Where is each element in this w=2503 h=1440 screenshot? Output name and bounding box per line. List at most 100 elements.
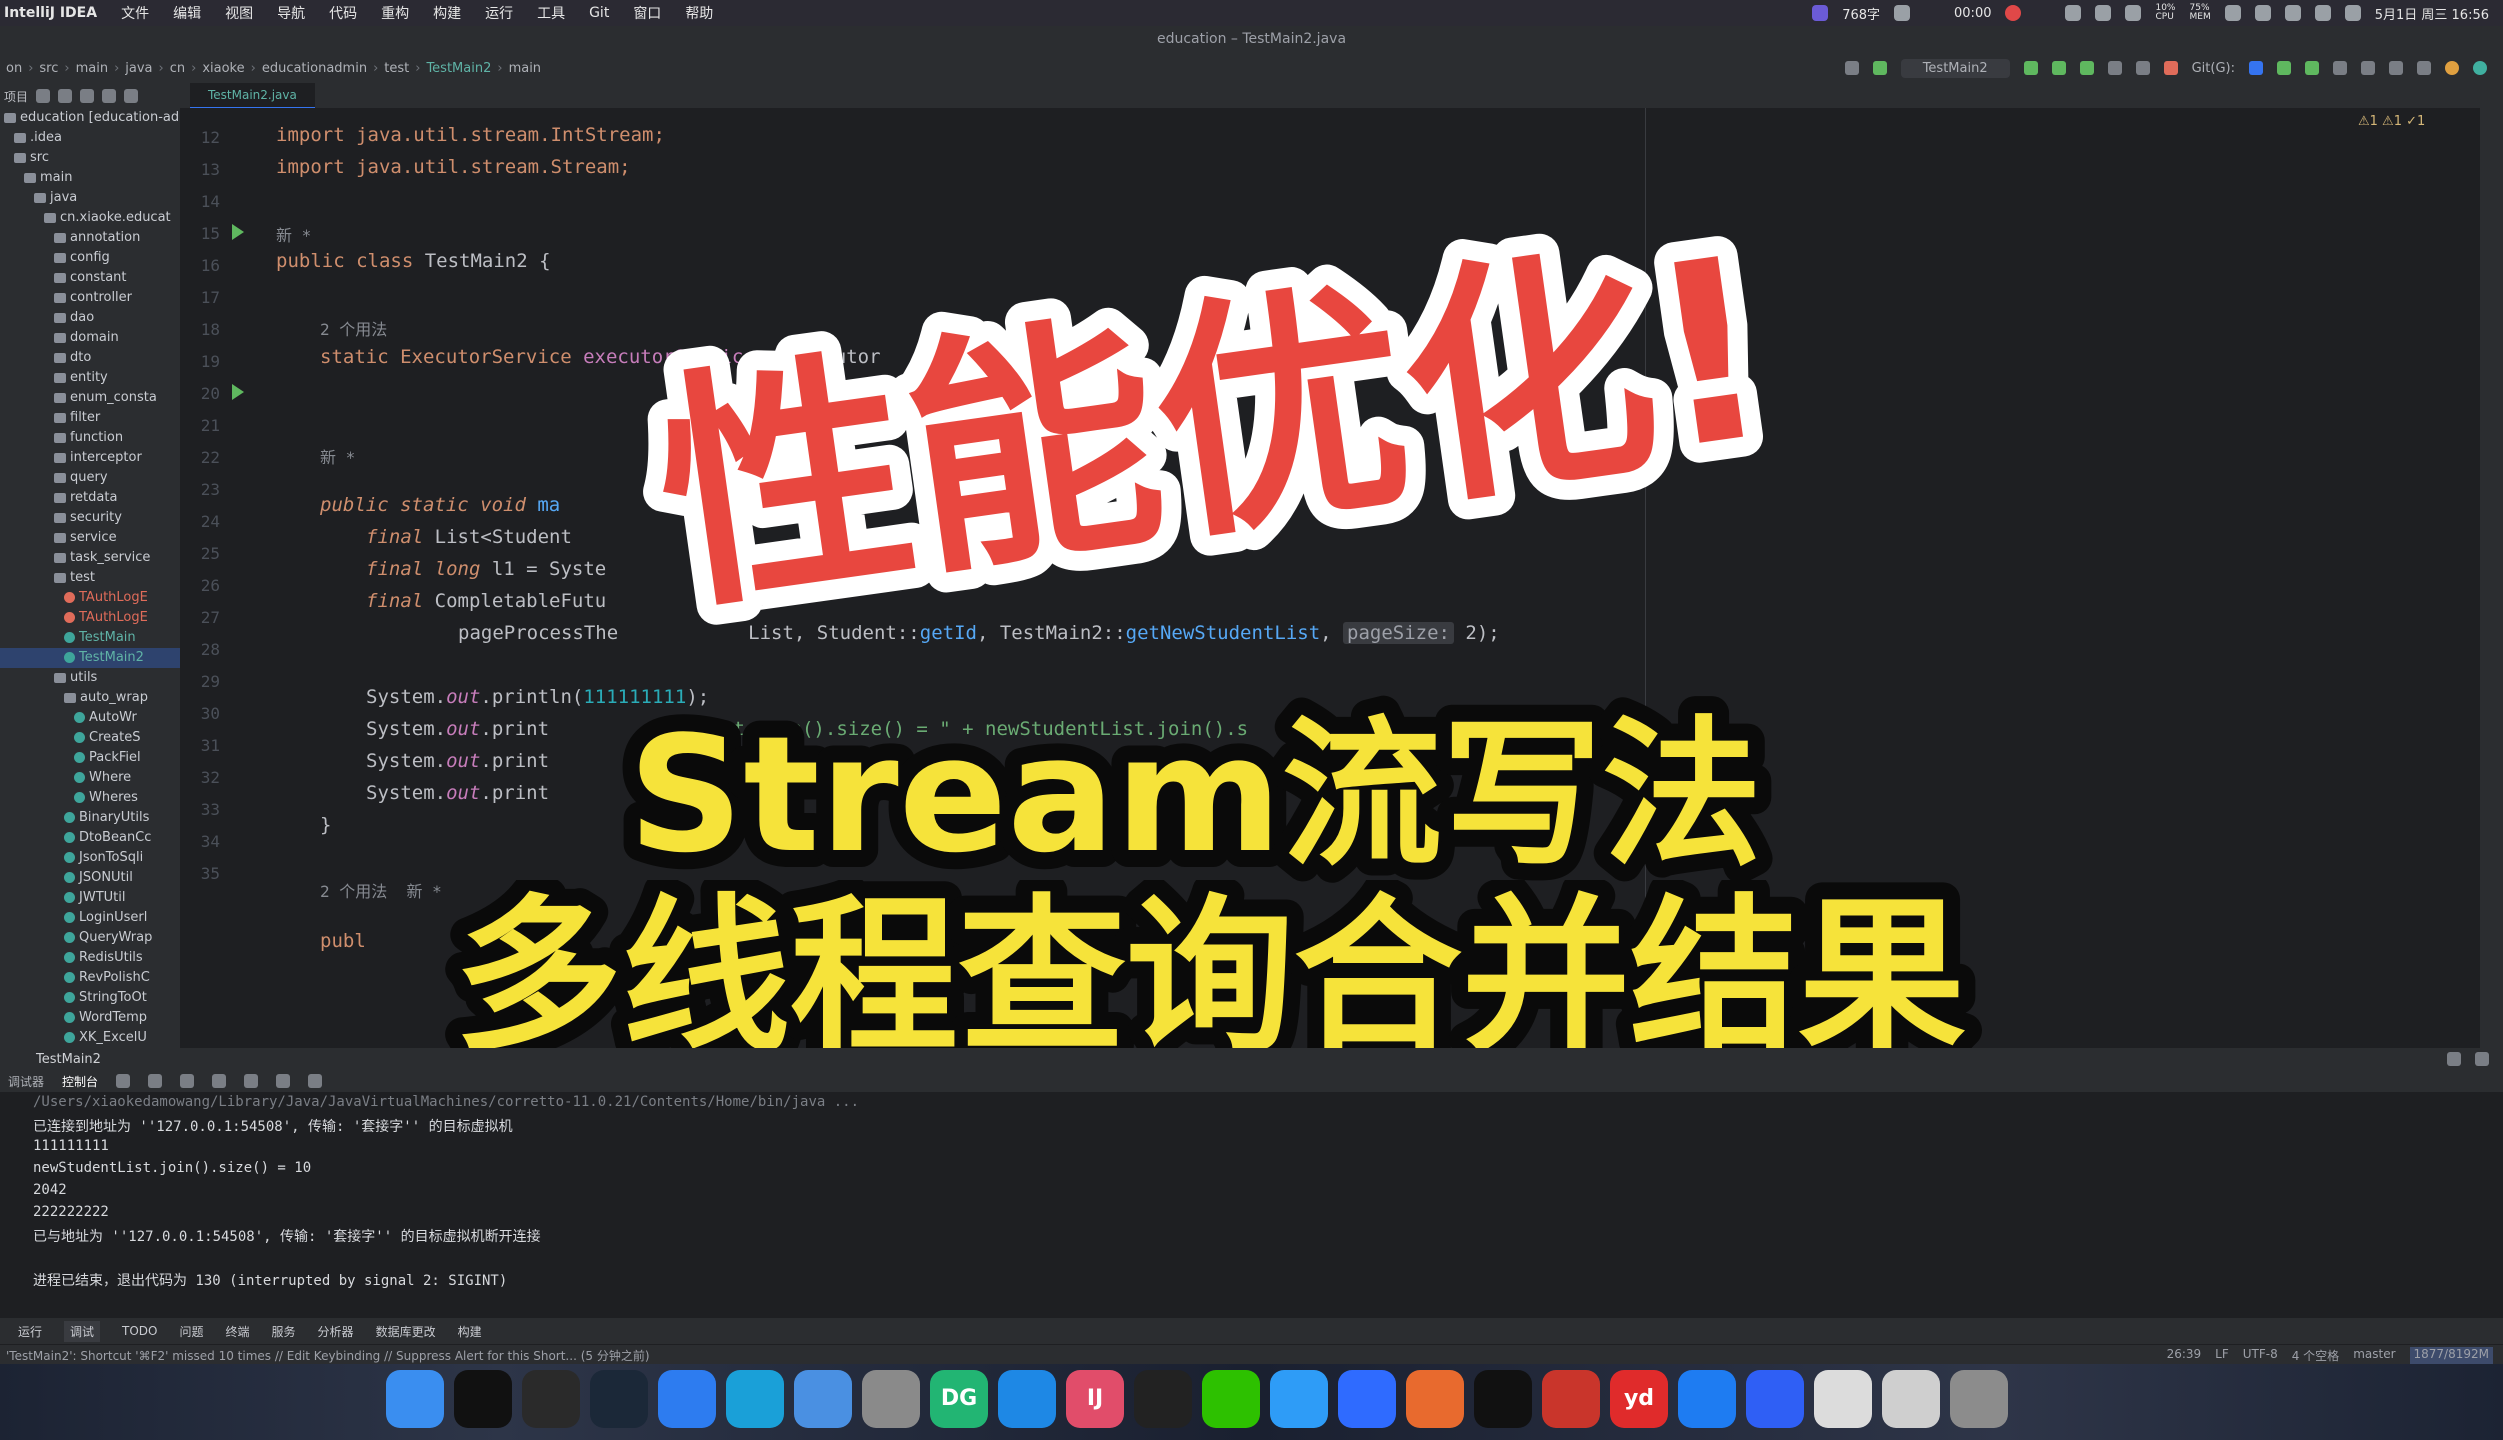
tree-item[interactable]: QueryWrap — [0, 928, 180, 948]
terminal-icon[interactable] — [1474, 1370, 1532, 1428]
menu-build[interactable]: 构建 — [421, 3, 473, 23]
run-gutter-icon[interactable] — [232, 384, 244, 400]
tree-item[interactable]: JSONUtil — [0, 868, 180, 888]
input-method-icon[interactable] — [1812, 5, 1829, 21]
tree-item[interactable]: config — [0, 248, 180, 268]
breadcrumb-educationadmin[interactable]: educationadmin — [256, 61, 373, 76]
line-separator[interactable]: LF — [2215, 1347, 2229, 1364]
run-icon[interactable] — [2023, 61, 2038, 75]
status-message[interactable]: 'TestMain2': Shortcut '⌘F2' missed 10 ti… — [0, 1347, 650, 1364]
finder-icon[interactable] — [386, 1370, 444, 1428]
tool-terminal[interactable]: 终端 — [226, 1323, 250, 1340]
tool-db-changes[interactable]: 数据库更改 — [376, 1323, 436, 1340]
tree-item[interactable]: PackFiel — [0, 748, 180, 768]
tree-item[interactable]: function — [0, 428, 180, 448]
tree-item[interactable]: domain — [0, 328, 180, 348]
menu-run[interactable]: 运行 — [473, 3, 525, 23]
intellij-icon[interactable]: IJ — [1066, 1370, 1124, 1428]
messages-icon[interactable] — [1270, 1370, 1328, 1428]
window-icon[interactable] — [1882, 1370, 1940, 1428]
breadcrumb-project[interactable]: on — [0, 61, 28, 76]
tree-item[interactable]: DtoBeanCc — [0, 828, 180, 848]
plugin-icon[interactable] — [2445, 61, 2459, 75]
menu-icon[interactable] — [116, 1074, 131, 1088]
menu-window[interactable]: 窗口 — [621, 3, 673, 23]
step-out-icon[interactable] — [212, 1074, 227, 1088]
tree-item[interactable]: Where — [0, 768, 180, 788]
tool-problems[interactable]: 问题 — [180, 1323, 204, 1340]
qq-icon[interactable] — [1134, 1370, 1192, 1428]
tree-item[interactable]: XK_ExcelU — [0, 1028, 180, 1048]
git-update-icon[interactable] — [2249, 61, 2263, 75]
tree-item[interactable]: constant — [0, 268, 180, 288]
breadcrumb-method[interactable]: main — [503, 61, 547, 76]
console-output[interactable]: /Users/xiaokedamowang/Library/Java/JavaV… — [0, 1092, 2503, 1318]
office-icon[interactable] — [1542, 1370, 1600, 1428]
breadcrumb-class[interactable]: TestMain2 — [420, 61, 497, 76]
launchpad-icon[interactable] — [522, 1370, 580, 1428]
stop-icon[interactable] — [2163, 61, 2178, 75]
breadcrumb-xiaoke[interactable]: xiaoke — [196, 61, 250, 76]
tree-item[interactable]: service — [0, 528, 180, 548]
tool-todo[interactable]: TODO — [122, 1324, 157, 1338]
tool-run[interactable]: 运行 — [18, 1323, 42, 1340]
tree-item[interactable]: WordTemp — [0, 1008, 180, 1028]
step-over-icon[interactable] — [148, 1074, 163, 1088]
tab-debugger[interactable]: 调试器 — [8, 1073, 44, 1090]
datagrip-icon[interactable]: DG — [930, 1370, 988, 1428]
menu-help[interactable]: 帮助 — [673, 3, 725, 23]
memory-indicator[interactable]: 1877/8192M — [2409, 1346, 2493, 1364]
menu-navigate[interactable]: 导航 — [265, 3, 317, 23]
file-encoding[interactable]: UTF-8 — [2243, 1347, 2278, 1364]
preview-icon[interactable] — [1814, 1370, 1872, 1428]
tree-item[interactable]: src — [0, 148, 180, 168]
tool-profiler[interactable]: 分析器 — [318, 1323, 354, 1340]
debug-icon[interactable] — [2051, 61, 2066, 75]
headphones-icon[interactable] — [2095, 5, 2112, 21]
tree-item[interactable]: TestMain2 — [0, 648, 180, 668]
tab-console[interactable]: 控制台 — [62, 1073, 98, 1090]
menu-edit[interactable]: 编辑 — [161, 3, 213, 23]
menu-view[interactable]: 视图 — [213, 3, 265, 23]
git-commit-icon[interactable] — [2277, 61, 2291, 75]
tree-item[interactable]: query — [0, 468, 180, 488]
control-center-icon[interactable] — [2344, 5, 2361, 21]
tree-item[interactable]: security — [0, 508, 180, 528]
emoji-icon[interactable] — [1894, 5, 1911, 21]
tree-item[interactable]: CreateS — [0, 728, 180, 748]
tree-item[interactable]: TAuthLogE — [0, 608, 180, 628]
settings-icon[interactable] — [2447, 1052, 2461, 1066]
settings-icon[interactable] — [102, 89, 117, 103]
tree-item[interactable]: auto_wrap — [0, 688, 180, 708]
profile-icon[interactable] — [2107, 61, 2122, 75]
terminal-activity-icon[interactable] — [454, 1370, 512, 1428]
inspection-widget[interactable]: ⚠1 ⚠1 ✓1 — [2358, 114, 2425, 129]
tree-item[interactable]: main — [0, 168, 180, 188]
menu-code[interactable]: 代码 — [317, 3, 369, 23]
safari-icon[interactable] — [658, 1370, 716, 1428]
breadcrumb-src[interactable]: src — [33, 61, 64, 76]
evaluate-icon[interactable] — [276, 1074, 291, 1088]
tree-item[interactable]: cn.xiaoke.educat — [0, 208, 180, 228]
tree-item[interactable]: Wheres — [0, 788, 180, 808]
translate-icon[interactable] — [2389, 61, 2403, 75]
git-push-icon[interactable] — [2305, 61, 2319, 75]
tree-item[interactable]: annotation — [0, 228, 180, 248]
build-hammer-icon[interactable] — [1872, 61, 1887, 75]
indent-setting[interactable]: 4 个空格 — [2292, 1347, 2339, 1364]
toolbox-icon[interactable] — [1406, 1370, 1464, 1428]
breadcrumb-test[interactable]: test — [378, 61, 415, 76]
tree-item[interactable]: TAuthLogE — [0, 588, 180, 608]
tree-item[interactable]: retdata — [0, 488, 180, 508]
tab-testmain2[interactable]: TestMain2.java — [190, 83, 315, 109]
app-menu[interactable]: IntelliJ IDEA — [0, 5, 109, 21]
tree-item[interactable]: JWTUtil — [0, 888, 180, 908]
appstore-icon[interactable] — [1678, 1370, 1736, 1428]
tree-item[interactable]: TestMain — [0, 628, 180, 648]
tree-item[interactable]: RedisUtils — [0, 948, 180, 968]
tool-build[interactable]: 构建 — [458, 1323, 482, 1340]
layout-icon[interactable] — [308, 1074, 323, 1088]
tree-item[interactable]: java — [0, 188, 180, 208]
wifi-icon[interactable] — [2314, 5, 2331, 21]
coverage-icon[interactable] — [2079, 61, 2094, 75]
